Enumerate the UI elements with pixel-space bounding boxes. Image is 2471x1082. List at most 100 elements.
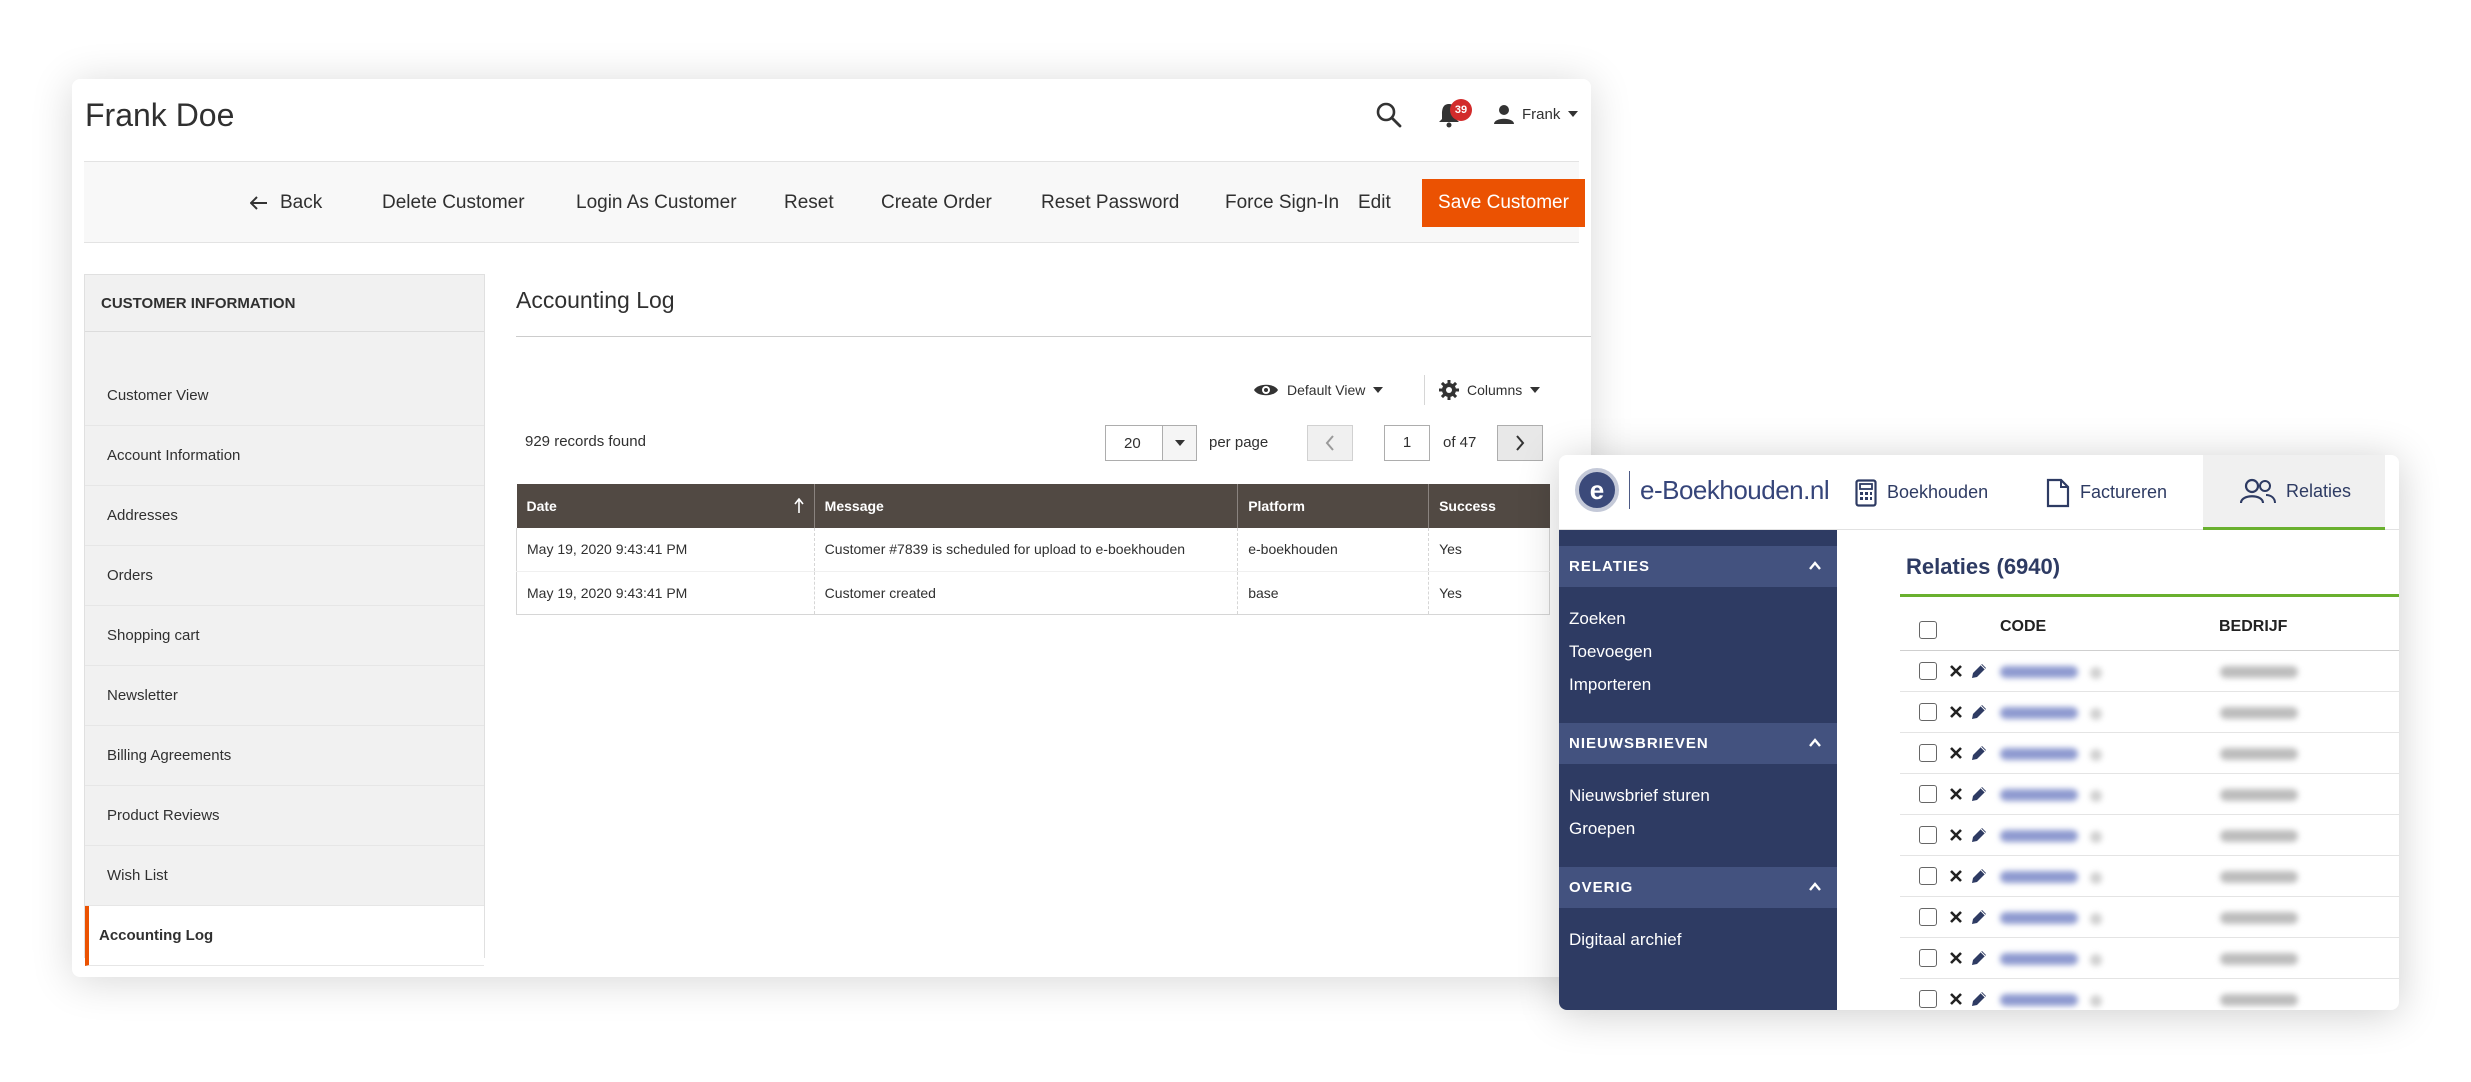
- blurred-code[interactable]: [2000, 912, 2078, 924]
- sidebar-heading: CUSTOMER INFORMATION: [85, 275, 484, 332]
- sidebar-item-digitaal-archief[interactable]: Digitaal archief: [1569, 930, 1681, 950]
- column-header-success[interactable]: Success: [1428, 484, 1550, 528]
- sidebar-item-nieuwsbrief-sturen[interactable]: Nieuwsbrief sturen: [1569, 786, 1710, 806]
- table-row[interactable]: [1900, 692, 2399, 733]
- sidebar-item-importeren[interactable]: Importeren: [1569, 675, 1651, 695]
- table-row[interactable]: [1900, 938, 2399, 979]
- sidebar-item-orders[interactable]: Orders: [85, 546, 484, 606]
- table-row[interactable]: [1900, 856, 2399, 897]
- next-page-button[interactable]: [1497, 425, 1543, 461]
- reset-password-button[interactable]: Reset Password: [1041, 162, 1179, 244]
- column-header-date[interactable]: Date: [516, 484, 815, 528]
- edit-pencil-icon[interactable]: [1970, 662, 1988, 680]
- blurred-code[interactable]: [2000, 666, 2078, 678]
- row-checkbox[interactable]: [1919, 826, 1937, 844]
- table-row[interactable]: [1900, 651, 2399, 692]
- back-button[interactable]: Back: [250, 162, 322, 244]
- column-header-message[interactable]: Message: [814, 484, 1239, 528]
- delete-icon[interactable]: [1950, 706, 1962, 718]
- blurred-code[interactable]: [2000, 871, 2078, 883]
- sidebar-item-wish-list[interactable]: Wish List: [85, 846, 484, 906]
- blurred-code[interactable]: [2000, 707, 2078, 719]
- table-row[interactable]: [1900, 979, 2399, 1010]
- eboekhouden-logo[interactable]: e e-Boekhouden.nl: [1575, 468, 1830, 512]
- edit-pencil-icon[interactable]: [1970, 785, 1988, 803]
- columns-dropdown[interactable]: Columns: [1424, 375, 1541, 405]
- login-as-customer-button[interactable]: Login As Customer: [576, 162, 737, 244]
- blurred-code[interactable]: [2000, 748, 2078, 760]
- delete-icon[interactable]: [1950, 788, 1962, 800]
- delete-icon[interactable]: [1950, 747, 1962, 759]
- blurred-code[interactable]: [2000, 789, 2078, 801]
- delete-icon[interactable]: [1950, 911, 1962, 923]
- edit-button[interactable]: Edit: [1358, 162, 1391, 244]
- sidebar-item-zoeken[interactable]: Zoeken: [1569, 609, 1626, 629]
- sidebar-item-shopping-cart[interactable]: Shopping cart: [85, 606, 484, 666]
- sidebar-item-newsletter[interactable]: Newsletter: [85, 666, 484, 726]
- sidebar-item-product-reviews[interactable]: Product Reviews: [85, 786, 484, 846]
- section-title: Accounting Log: [516, 287, 675, 313]
- sidebar-group-overig[interactable]: OVERIG: [1559, 867, 1837, 908]
- save-customer-button[interactable]: Save Customer: [1422, 179, 1585, 227]
- user-menu[interactable]: Frank: [1494, 99, 1579, 129]
- sidebar-item-toevoegen[interactable]: Toevoegen: [1569, 642, 1652, 662]
- delete-icon[interactable]: [1950, 829, 1962, 841]
- per-page-select[interactable]: 20: [1105, 425, 1197, 461]
- force-sign-in-button[interactable]: Force Sign-In: [1225, 162, 1339, 244]
- edit-pencil-icon[interactable]: [1970, 867, 1988, 885]
- row-checkbox[interactable]: [1919, 908, 1937, 926]
- default-view-dropdown[interactable]: Default View: [1253, 375, 1384, 405]
- table-row[interactable]: [1900, 815, 2399, 856]
- sidebar-item-customer-view[interactable]: Customer View: [85, 366, 484, 426]
- table-row[interactable]: May 19, 2020 9:43:41 PM Customer #7839 i…: [516, 528, 1550, 572]
- sidebar-item-billing-agreements[interactable]: Billing Agreements: [85, 726, 484, 786]
- current-page-input[interactable]: 1: [1384, 425, 1430, 461]
- edit-pencil-icon[interactable]: [1970, 703, 1988, 721]
- row-checkbox[interactable]: [1919, 867, 1937, 885]
- table-cell-platform: e-boekhouden: [1237, 528, 1430, 572]
- column-header-bedrijf[interactable]: BEDRIJF: [2219, 618, 2287, 636]
- table-row[interactable]: [1900, 733, 2399, 774]
- sidebar-group-relaties[interactable]: RELATIES: [1559, 546, 1837, 587]
- delete-customer-button[interactable]: Delete Customer: [382, 162, 525, 244]
- search-icon[interactable]: [1374, 100, 1404, 130]
- row-checkbox[interactable]: [1919, 662, 1937, 680]
- edit-pencil-icon[interactable]: [1970, 990, 1988, 1008]
- per-page-toggle[interactable]: [1162, 426, 1196, 460]
- blurred-code[interactable]: [2000, 953, 2078, 965]
- sidebar-group-nieuwsbrieven[interactable]: NIEUWSBRIEVEN: [1559, 723, 1837, 764]
- row-checkbox[interactable]: [1919, 785, 1937, 803]
- tab-factureren[interactable]: Factureren: [2046, 455, 2206, 530]
- delete-icon[interactable]: [1950, 993, 1962, 1005]
- sidebar-item-addresses[interactable]: Addresses: [85, 486, 484, 546]
- tab-relaties[interactable]: Relaties: [2203, 455, 2385, 530]
- tab-boekhouden[interactable]: Boekhouden: [1855, 455, 2015, 530]
- row-checkbox[interactable]: [1919, 990, 1937, 1008]
- delete-icon[interactable]: [1950, 665, 1962, 677]
- edit-pencil-icon[interactable]: [1970, 949, 1988, 967]
- sidebar-item-groepen[interactable]: Groepen: [1569, 819, 1635, 839]
- blurred-code[interactable]: [2000, 830, 2078, 842]
- table-cell-date: May 19, 2020 9:43:41 PM: [516, 528, 815, 572]
- table-row[interactable]: [1900, 897, 2399, 938]
- row-checkbox[interactable]: [1919, 744, 1937, 762]
- table-row[interactable]: May 19, 2020 9:43:41 PM Customer created…: [516, 571, 1550, 615]
- reset-button[interactable]: Reset: [784, 162, 834, 244]
- sidebar-item-accounting-log[interactable]: Accounting Log: [85, 906, 484, 966]
- column-header-code[interactable]: CODE: [2000, 618, 2046, 636]
- delete-icon[interactable]: [1950, 952, 1962, 964]
- edit-pencil-icon[interactable]: [1970, 908, 1988, 926]
- column-header-platform[interactable]: Platform: [1237, 484, 1430, 528]
- row-checkbox[interactable]: [1919, 949, 1937, 967]
- previous-page-button[interactable]: [1307, 425, 1353, 461]
- blurred-code[interactable]: [2000, 994, 2078, 1006]
- group-title: OVERIG: [1569, 879, 1634, 896]
- row-checkbox[interactable]: [1919, 703, 1937, 721]
- create-order-button[interactable]: Create Order: [881, 162, 992, 244]
- edit-pencil-icon[interactable]: [1970, 826, 1988, 844]
- edit-pencil-icon[interactable]: [1970, 744, 1988, 762]
- sidebar-item-account-information[interactable]: Account Information: [85, 426, 484, 486]
- delete-icon[interactable]: [1950, 870, 1962, 882]
- table-row[interactable]: [1900, 774, 2399, 815]
- select-all-checkbox[interactable]: [1919, 621, 1937, 639]
